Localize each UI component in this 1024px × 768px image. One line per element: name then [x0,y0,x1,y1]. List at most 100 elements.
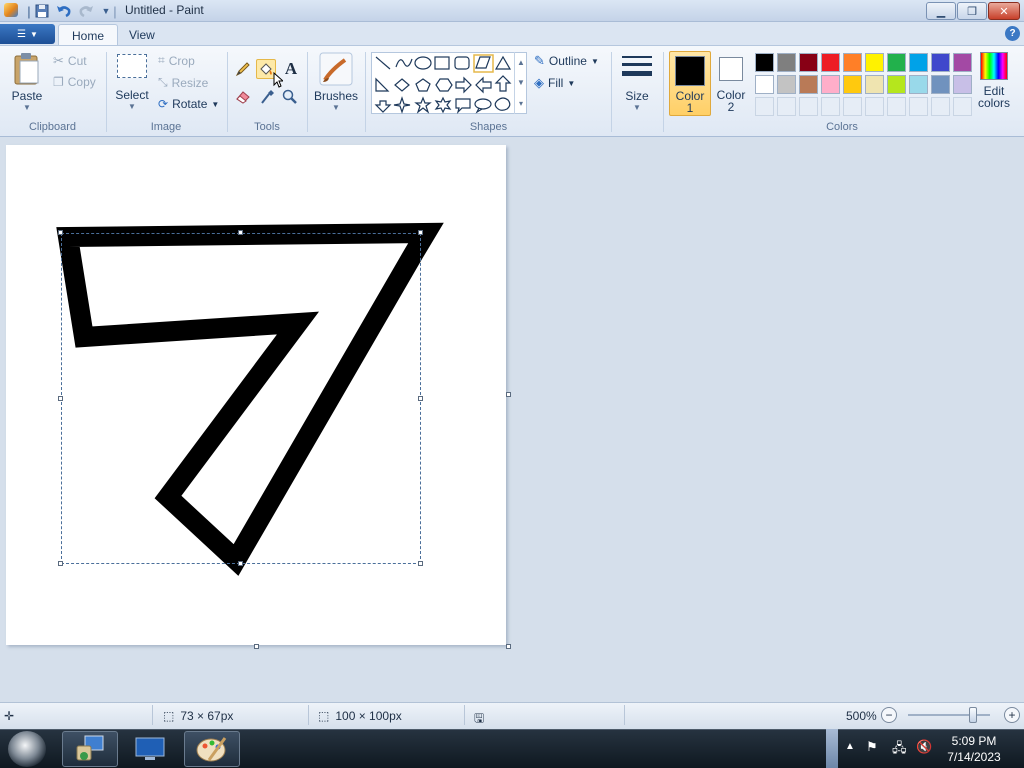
palette-swatch[interactable] [776,74,796,94]
custom-color-slot[interactable] [820,96,840,116]
file-size-icon: 🖫 [474,711,485,725]
selection-handle[interactable] [418,396,423,401]
palette-swatch[interactable] [930,52,950,72]
selection-handle[interactable] [238,561,243,566]
undo-icon[interactable] [56,3,72,19]
help-icon[interactable]: ? [1005,26,1020,41]
cut-button[interactable]: ✂ Cut [53,53,87,69]
network-icon[interactable]: 🖧 [892,739,907,761]
copy-button[interactable]: ❐ Copy [53,75,96,89]
palette-swatch[interactable] [842,74,862,94]
select-button[interactable]: Select ▼ [112,54,152,111]
shapes-scrollbar[interactable]: ▲ ▼ ▾ [514,52,527,114]
resize-button[interactable]: ⤡ Resize [158,75,208,90]
brushes-button[interactable]: Brushes ▼ [313,52,359,112]
rotate-dropdown-icon: ▼ [211,99,220,109]
selection-handle[interactable] [58,561,63,566]
outline-button[interactable]: ✎ Outline ▼ [534,53,599,69]
canvas-resize-handle-corner[interactable] [506,644,511,649]
palette-swatch[interactable] [754,74,774,94]
color1-button[interactable]: Color 1 [669,51,711,116]
zoom-in-button[interactable]: + [1004,707,1020,723]
minimize-button[interactable]: ▁ [926,2,956,20]
pencil-icon[interactable] [233,59,253,79]
selection-rectangle[interactable] [61,233,421,564]
palette-swatch[interactable] [842,52,862,72]
magnifier-icon[interactable] [280,87,300,107]
show-desktop-strip[interactable] [826,729,838,768]
paste-icon [14,53,39,85]
application-menu-button[interactable]: ☰ ▼ [0,24,55,44]
crop-button[interactable]: ⌗ Crop [158,53,195,68]
zoom-out-button[interactable]: − [881,707,897,723]
text-icon[interactable]: A [281,59,301,79]
custom-color-slot[interactable] [864,96,884,116]
taskbar-app-paint[interactable] [184,731,240,767]
size-button[interactable]: Size ▼ [617,52,657,112]
close-icon: ✕ [999,5,1009,18]
taskbar-app-remote-desktop[interactable] [122,731,178,767]
canvas-resize-handle-bottom[interactable] [254,644,259,649]
custom-color-slot[interactable] [798,96,818,116]
eraser-icon[interactable] [233,87,253,107]
palette-swatch[interactable] [886,74,906,94]
selection-handle[interactable] [58,230,63,235]
taskbar-clock[interactable]: 5:09 PM 7/14/2023 [938,733,1010,765]
tab-home[interactable]: Home [58,24,119,46]
palette-swatch[interactable] [864,74,884,94]
custom-color-slot[interactable] [952,96,972,116]
color-picker-icon[interactable] [257,87,277,107]
zoom-slider-track[interactable] [908,714,990,716]
scroll-down-icon[interactable]: ▼ [517,78,525,87]
palette-swatch[interactable] [754,52,774,72]
selection-handle[interactable] [418,561,423,566]
custom-color-slot[interactable] [754,96,774,116]
palette-swatch[interactable] [798,74,818,94]
selection-handle[interactable] [418,230,423,235]
status-divider [624,705,625,725]
palette-swatch[interactable] [776,52,796,72]
fill-button[interactable]: ◈ Fill ▼ [534,75,575,91]
restore-button[interactable]: ❐ [957,2,987,20]
custom-color-slot[interactable] [776,96,796,116]
custom-color-slot[interactable] [842,96,862,116]
custom-color-slot[interactable] [908,96,928,116]
more-shapes-icon[interactable]: ▾ [519,99,523,108]
paint-app-icon[interactable] [4,3,18,17]
palette-swatch[interactable] [864,52,884,72]
volume-muted-icon[interactable]: 🔇 [916,739,932,755]
save-icon[interactable] [34,3,50,19]
selection-size-readout: ⬚ 73 × 67px [163,709,233,723]
palette-swatch[interactable] [930,74,950,94]
palette-swatch[interactable] [820,74,840,94]
palette-swatch[interactable] [886,52,906,72]
tab-view[interactable]: View [116,24,168,46]
palette-swatch[interactable] [820,52,840,72]
custom-color-slot[interactable] [886,96,906,116]
start-button[interactable] [8,731,46,767]
palette-swatch[interactable] [952,74,972,94]
palette-swatch[interactable] [798,52,818,72]
rotate-icon: ⟳ [158,97,169,111]
color2-button[interactable]: Color 2 [712,51,750,116]
selection-handle[interactable] [58,396,63,401]
custom-color-slot[interactable] [930,96,950,116]
paste-button[interactable]: Paste ▼ [8,52,46,112]
scroll-up-icon[interactable]: ▲ [517,58,525,67]
close-button[interactable]: ✕ [988,2,1020,20]
cursor-position-icon: ✛ [4,709,15,723]
palette-swatch[interactable] [908,74,928,94]
selection-handle[interactable] [238,230,243,235]
redo-icon [78,3,94,19]
rotate-label: Rotate [172,97,208,111]
show-hidden-icons-icon[interactable]: ▲ [845,741,855,752]
palette-swatch[interactable] [952,52,972,72]
action-center-flag-icon[interactable]: ⚑ [866,739,878,755]
line-size-icon [622,56,652,76]
rotate-button[interactable]: ⟳ Rotate ▼ [158,97,219,111]
zoom-slider-thumb[interactable] [968,707,977,723]
canvas-resize-handle-right[interactable] [506,392,511,397]
edit-colors-button[interactable]: Edit colors [976,52,1012,109]
taskbar-app-network-setup[interactable] [62,731,118,767]
palette-swatch[interactable] [908,52,928,72]
